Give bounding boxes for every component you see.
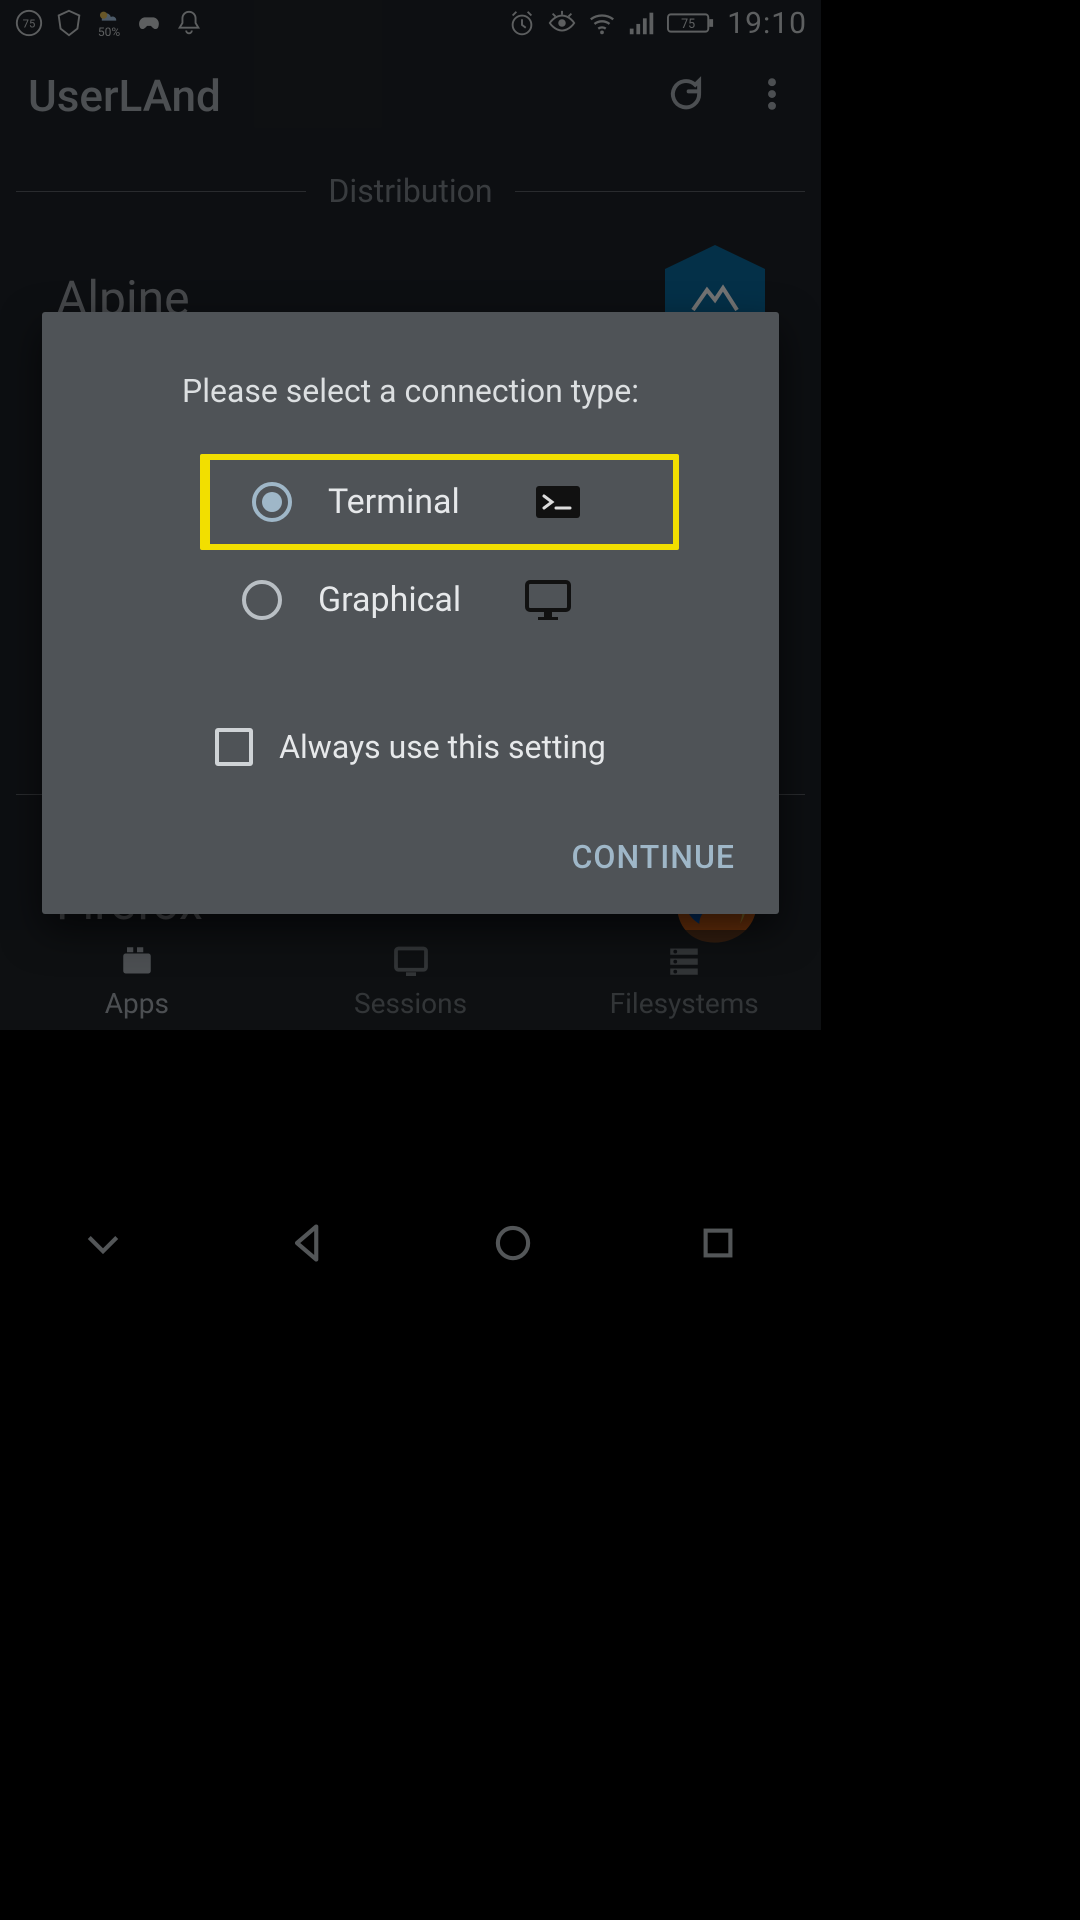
always-checkbox[interactable] bbox=[215, 728, 253, 766]
continue-button[interactable]: CONTINUE bbox=[558, 826, 749, 888]
dialog-prompt: Please select a connection type: bbox=[72, 372, 749, 410]
option-graphical[interactable]: Graphical bbox=[200, 558, 679, 642]
option-label: Terminal bbox=[328, 482, 498, 522]
option-terminal[interactable]: Terminal bbox=[210, 460, 673, 544]
radio-terminal[interactable] bbox=[252, 482, 292, 522]
radio-graphical[interactable] bbox=[242, 580, 282, 620]
always-use-row[interactable]: Always use this setting bbox=[72, 728, 749, 766]
always-label: Always use this setting bbox=[279, 728, 606, 766]
terminal-icon bbox=[534, 478, 582, 526]
connection-type-dialog: Please select a connection type: Termina… bbox=[42, 312, 779, 914]
highlight-box: Terminal bbox=[200, 454, 679, 550]
option-label: Graphical bbox=[318, 580, 488, 620]
monitor-icon bbox=[524, 576, 572, 624]
